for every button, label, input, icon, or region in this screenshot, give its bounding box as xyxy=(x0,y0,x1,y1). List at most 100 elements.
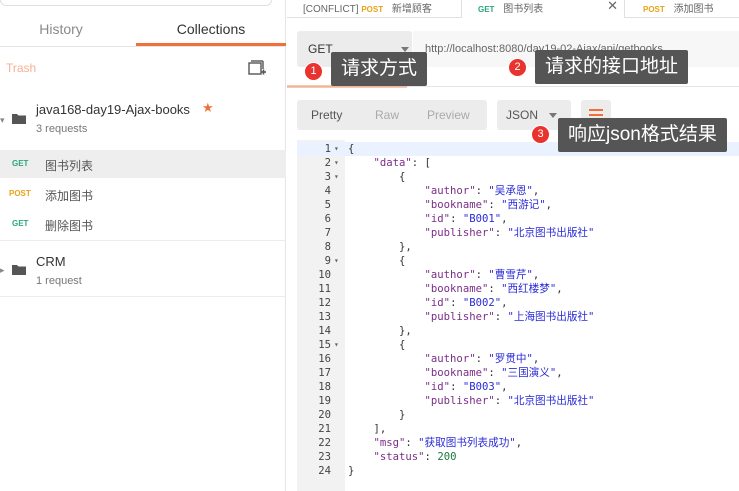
collection-request-count: 3 requests xyxy=(36,123,88,135)
code-text: "msg": "获取图书列表成功", xyxy=(373,437,523,449)
collection-divider xyxy=(0,296,286,297)
folder-icon xyxy=(12,113,26,124)
format-raw-button[interactable]: Raw xyxy=(375,108,399,122)
tab-title: 新增顾客 xyxy=(391,4,432,15)
conflict-prefix: [CONFLICT] xyxy=(303,4,359,15)
code-text: { xyxy=(348,143,355,155)
code-line: 19 "publisher": "北京图书出版社" xyxy=(297,394,739,408)
code-text: "publisher": "北京图书出版社" xyxy=(424,395,595,407)
collection-request-count: 1 request xyxy=(36,275,82,287)
callout-number-1: 1 xyxy=(304,62,323,81)
tab-add-book[interactable]: POST 添加图书 xyxy=(643,0,714,18)
code-text: "publisher": "北京图书出版社" xyxy=(424,227,595,239)
code-text: "id": "B003", xyxy=(424,381,508,393)
code-text: }, xyxy=(348,241,412,253)
format-preview-button[interactable]: Preview xyxy=(427,108,470,122)
callout-number-3: 3 xyxy=(531,125,550,144)
code-line: 9 ▾ { xyxy=(297,254,739,268)
code-line: 7 "publisher": "北京图书出版社" xyxy=(297,226,739,240)
line-number: 19 xyxy=(318,395,331,407)
code-line: 4 "author": "吴承恩", xyxy=(297,184,739,198)
code-text: "status": 200 xyxy=(373,451,457,463)
line-number: 21 xyxy=(318,423,331,435)
line-number: 7 xyxy=(324,227,331,239)
http-method-value: GET xyxy=(308,42,333,56)
collection-crm[interactable]: ▸ CRM 1 request xyxy=(0,248,286,294)
code-text: "bookname": "三国演义", xyxy=(424,367,563,379)
collection-java168[interactable]: ▾ java168-day19-Ajax-books ★ 3 requests xyxy=(0,96,286,148)
line-number: 22 xyxy=(318,437,331,449)
trash-row: Trash xyxy=(0,52,286,84)
fold-icon[interactable]: ▾ xyxy=(334,156,342,170)
tab-add-customer[interactable]: [CONFLICT] POST 新增顾客 xyxy=(303,0,432,18)
line-number: 5 xyxy=(324,199,331,211)
sidebar-search-box[interactable] xyxy=(0,0,272,6)
line-number: 9 xyxy=(324,255,331,267)
line-number: 13 xyxy=(318,311,331,323)
fold-icon[interactable]: ▾ xyxy=(334,254,342,268)
code-line: 18 "id": "B003", xyxy=(297,380,739,394)
callout-number-2: 2 xyxy=(508,58,527,77)
caret-down-icon[interactable]: ▾ xyxy=(0,115,6,125)
request-item-delete-book[interactable]: GET 删除图书 xyxy=(0,210,286,238)
tab-book-list[interactable]: GET 图书列表 ✕ xyxy=(461,0,625,18)
code-line: 15 ▾ { xyxy=(297,338,739,352)
code-text: "author": "罗贯中", xyxy=(424,353,540,365)
code-text: "author": "吴承恩", xyxy=(424,185,540,197)
response-body-editor[interactable]: 1 ▾{2 ▾ "data": [3 ▾ {4 "author": "吴承恩", 5 "… xyxy=(297,140,739,491)
fold-icon[interactable]: ▾ xyxy=(334,142,342,156)
code-line: 11 "bookname": "西红楼梦", xyxy=(297,282,739,296)
code-line: 16 "author": "罗贯中", xyxy=(297,352,739,366)
line-number: 16 xyxy=(318,353,331,365)
code-line: 2 ▾ "data": [ xyxy=(297,156,739,170)
line-number: 2 xyxy=(324,157,331,169)
code-line: 10 "author": "曹雪芹", xyxy=(297,268,739,282)
line-number: 3 xyxy=(324,171,331,183)
line-number: 4 xyxy=(324,185,331,197)
code-line: 6 "id": "B001", xyxy=(297,212,739,226)
callout-json-response: 响应json格式结果 xyxy=(558,118,727,152)
sidebar-tabs: History Collections xyxy=(0,12,286,46)
new-collection-icon[interactable] xyxy=(248,60,266,76)
caret-right-icon[interactable]: ▸ xyxy=(0,265,6,275)
star-icon[interactable]: ★ xyxy=(202,100,214,116)
code-text: "bookname": "西游记", xyxy=(424,199,553,211)
request-tabs: [CONFLICT] POST 新增顾客 GET 图书列表 ✕ POST 添加图… xyxy=(287,0,739,18)
code-line: 5 "bookname": "西游记", xyxy=(297,198,739,212)
line-number: 17 xyxy=(318,367,331,379)
line-number: 6 xyxy=(324,213,331,225)
close-icon[interactable]: ✕ xyxy=(607,0,618,14)
request-name: 图书列表 xyxy=(45,159,94,173)
method-badge: GET xyxy=(12,219,29,228)
code-text: "data": [ xyxy=(373,157,431,169)
line-number: 1 xyxy=(324,143,331,155)
code-line: 13 "publisher": "上海图书出版社" xyxy=(297,310,739,324)
code-text: "id": "B001", xyxy=(424,213,508,225)
code-text: } xyxy=(348,465,355,477)
code-line: 21 ], xyxy=(297,422,739,436)
method-badge: POST xyxy=(9,189,31,198)
fold-icon[interactable]: ▾ xyxy=(334,338,342,352)
code-text: "id": "B002", xyxy=(424,297,508,309)
tab-history[interactable]: History xyxy=(0,12,122,46)
request-item-book-list[interactable]: GET 图书列表 xyxy=(0,150,286,178)
code-text: "bookname": "西红楼梦", xyxy=(424,283,563,295)
trash-link[interactable]: Trash xyxy=(6,61,36,75)
code-line: 24} xyxy=(297,464,739,478)
line-number: 10 xyxy=(318,269,331,281)
code-text: { xyxy=(348,255,406,267)
request-name: 删除图书 xyxy=(45,219,94,233)
line-number: 20 xyxy=(318,409,331,421)
line-number: 8 xyxy=(324,241,331,253)
collection-divider xyxy=(0,240,286,241)
chevron-down-icon xyxy=(549,113,557,118)
fold-icon[interactable]: ▾ xyxy=(334,170,342,184)
code-line: 17 "bookname": "三国演义", xyxy=(297,366,739,380)
format-pretty-button[interactable]: Pretty xyxy=(311,108,342,122)
tab-collections[interactable]: Collections xyxy=(136,12,286,46)
response-format-group: Pretty Raw Preview xyxy=(297,100,487,130)
request-item-add-book[interactable]: POST 添加图书 xyxy=(0,180,286,208)
code-line: 12 "id": "B002", xyxy=(297,296,739,310)
method-badge: GET xyxy=(478,5,495,14)
code-line: 8 }, xyxy=(297,240,739,254)
